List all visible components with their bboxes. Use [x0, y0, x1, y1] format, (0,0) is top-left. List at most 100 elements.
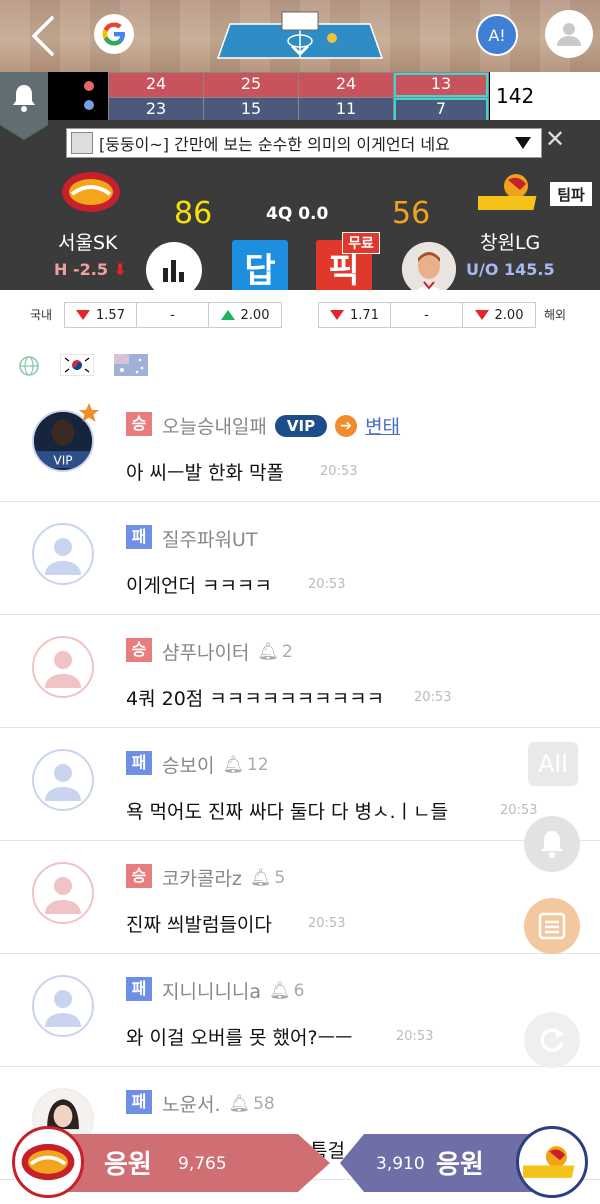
nickname[interactable]: 승보이: [162, 751, 214, 778]
rank-label: 변태: [365, 416, 401, 438]
domestic-away-value: 2.00: [240, 307, 270, 323]
overseas-draw-odds[interactable]: -: [391, 303, 463, 327]
overseas-home-odds[interactable]: 1.71: [319, 303, 391, 327]
chat-item[interactable]: VIP 승 오늘승내일패 VIP ➔ 변태 아 씨ㅡ발 한화 막폴 20:53: [0, 390, 600, 502]
domestic-away-odds[interactable]: 2.00: [209, 303, 281, 327]
bell-icon: [541, 831, 563, 858]
away-dot: [84, 100, 94, 110]
avatar[interactable]: [32, 749, 94, 811]
default-user-icon: [45, 651, 81, 688]
chat-item[interactable]: 패 승보이 🔔︎ 12 욕 먹어도 진짜 싸다 둘다 다 병ㅅ.ㅣㄴ들 20:53: [0, 729, 600, 841]
overseas-label: 해외: [544, 308, 567, 322]
like-count-value: 12: [247, 754, 269, 775]
star-icon: [79, 403, 99, 422]
nickname-row: 샴푸나이터 🔔︎ 2: [162, 638, 293, 665]
nickname[interactable]: 노윤서.: [162, 1090, 220, 1117]
domestic-odds[interactable]: 1.57 - 2.00: [64, 302, 282, 328]
home-handicap-text: H -2.5: [54, 260, 108, 279]
default-user-icon: [45, 764, 81, 801]
nickname[interactable]: 질주파워UT: [162, 525, 257, 552]
down-arrow-icon: [474, 310, 489, 320]
back-icon[interactable]: [28, 14, 58, 58]
nickname[interactable]: 지니니니니a: [162, 977, 261, 1004]
overseas-odds[interactable]: 1.71 - 2.00: [318, 302, 536, 328]
overseas-away-odds[interactable]: 2.00: [463, 303, 535, 327]
korea-flag-icon[interactable]: [60, 354, 94, 376]
game-period: 4Q 0.0: [266, 204, 329, 224]
like-count: 🔔︎ 6: [269, 981, 304, 1001]
away-q2: 15: [204, 98, 298, 122]
bell-outline-icon: 🔔︎: [222, 754, 245, 775]
arrow-right-icon: ➔: [335, 414, 358, 437]
user-icon: [557, 23, 581, 46]
home-cheer-logo[interactable]: [12, 1126, 84, 1198]
chat-item[interactable]: 패 지니니니니a 🔔︎ 6 와 이걸 오버를 못 했어?ㅡㅡ 20:53: [0, 955, 600, 1067]
domestic-home-odds[interactable]: 1.57: [65, 303, 137, 327]
domestic-home-value: 1.57: [96, 307, 125, 323]
bell-icon: [13, 85, 35, 112]
bell-outline-icon: 🔔︎: [269, 980, 291, 1001]
svg-text:VIP: VIP: [53, 453, 72, 467]
domestic-label: 국내: [30, 308, 53, 322]
arrow-down-icon: ⬇: [113, 260, 127, 279]
alarm-button[interactable]: [524, 816, 580, 872]
home-score: 86: [174, 196, 213, 231]
chat-item[interactable]: 승 코카콜라z 🔔︎ 5 진짜 씌발럼들이다 20:53: [0, 842, 600, 954]
chat-time: 20:53: [500, 803, 538, 818]
avatar[interactable]: [32, 636, 94, 698]
live-match-screen: A! 24 25 24 13 23 15 11 7 142 [둥둥이~] 간만에: [0, 0, 600, 1204]
profile-button[interactable]: [545, 10, 593, 58]
chat-message: 이게언더 ㅋㅋㅋㅋ: [126, 575, 272, 597]
down-arrow-icon: [76, 310, 91, 320]
nickname[interactable]: 샴푸나이터: [162, 638, 249, 665]
team-badge[interactable]: 팀파: [550, 182, 592, 206]
like-count-value: 2: [282, 641, 293, 662]
refresh-button[interactable]: [524, 1012, 580, 1068]
ai-button[interactable]: A!: [476, 14, 518, 56]
announcement-ticker[interactable]: [둥둥이~] 간만에 보는 순수한 의미의 이게언더 네요: [66, 128, 542, 158]
google-button[interactable]: [94, 14, 134, 54]
total-score: 142: [490, 72, 600, 120]
ticker-thumbnail: [71, 132, 93, 154]
like-count-value: 58: [253, 1093, 275, 1114]
chat-message: 와 이걸 오버를 못 했어?ㅡㅡ: [126, 1027, 353, 1049]
chat-message: 아 씨ㅡ발 한화 막폴: [126, 462, 284, 484]
australia-flag-icon[interactable]: [114, 354, 148, 376]
chat-item[interactable]: 승 샴푸나이터 🔔︎ 2 4쿼 20점 ㅋㅋㅋㅋㅋㅋㅋㅋㅋㅋ 20:53: [0, 616, 600, 728]
domestic-draw-odds[interactable]: -: [137, 303, 209, 327]
avatar[interactable]: [32, 862, 94, 924]
nickname[interactable]: 오늘승내일패: [162, 412, 267, 439]
chat-time: 20:53: [320, 464, 358, 479]
domestic-draw-value: -: [170, 307, 175, 323]
away-q1: 23: [109, 98, 203, 122]
overseas-away-value: 2.00: [494, 307, 524, 323]
court-minimap[interactable]: [204, 10, 396, 60]
chat-item[interactable]: 패 질주파워UT 이게언더 ㅋㅋㅋㅋ 20:53: [0, 503, 600, 615]
sakers-logo: [523, 1146, 575, 1178]
expand-icon[interactable]: [515, 137, 531, 149]
overseas-draw-value: -: [424, 307, 429, 323]
top-bar: A!: [0, 0, 600, 72]
away-team-name: 창원LG: [480, 232, 541, 254]
like-count: 🔔︎ 12: [222, 755, 268, 775]
menu-button[interactable]: [524, 898, 580, 954]
close-icon[interactable]: ✕: [544, 127, 566, 151]
away-cheer-logo[interactable]: [516, 1126, 588, 1198]
avatar[interactable]: [32, 523, 94, 585]
filter-all-button[interactable]: All: [528, 742, 578, 786]
like-count-value: 5: [274, 867, 286, 888]
like-count-value: 6: [293, 980, 305, 1001]
away-score: 56: [392, 196, 431, 231]
nickname[interactable]: 코카콜라z: [162, 864, 242, 891]
answer-button[interactable]: 답: [232, 240, 288, 294]
bar-chart-icon: [163, 260, 184, 282]
chat-message: 4쿼 20점 ㅋㅋㅋㅋㅋㅋㅋㅋㅋㅋ: [126, 688, 385, 710]
down-arrow-icon: [330, 310, 345, 320]
player-avatar-button[interactable]: [402, 242, 456, 296]
home-team-logo: [62, 172, 120, 212]
globe-icon[interactable]: [18, 355, 40, 377]
avatar[interactable]: [32, 975, 94, 1037]
chat-message: 진짜 씌발럼들이다: [126, 914, 272, 936]
nickname-row: 오늘승내일패 VIP ➔ 변태: [162, 412, 400, 439]
free-tag: 무료: [342, 232, 380, 254]
